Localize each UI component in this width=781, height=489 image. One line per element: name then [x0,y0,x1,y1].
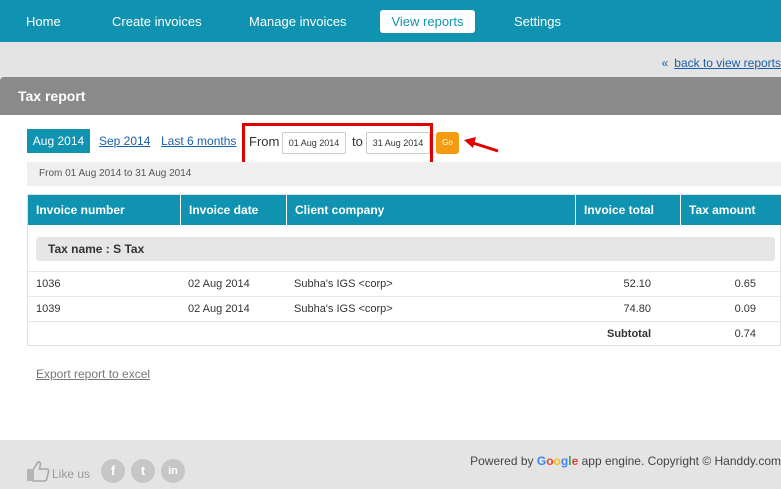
cell-invoice-total: 52.10 [623,278,651,290]
powered-by: Powered by Google app engine. Copyright … [470,454,781,468]
tax-report-table: Invoice number Invoice date Client compa… [27,194,781,346]
nav-create-invoices[interactable]: Create invoices [112,10,202,33]
facebook-icon[interactable]: f [101,459,125,483]
like-us-label: Like us [52,467,91,481]
col-invoice-total: Invoice total [575,195,680,225]
nav-home[interactable]: Home [26,10,61,33]
panel-title: Tax report [0,77,781,115]
subtotal-label: Subtotal [607,328,651,340]
back-to-reports[interactable]: « back to view reports [662,56,781,70]
thumbs-up-icon [27,460,50,482]
period-tab-aug-2014[interactable]: Aug 2014 [27,129,90,153]
subtotal-row: Subtotal 0.74 [28,321,780,346]
cell-invoice-date: 02 Aug 2014 [188,303,250,315]
cell-invoice-date: 02 Aug 2014 [188,278,250,290]
red-arrow-icon [464,137,499,153]
table-header: Invoice number Invoice date Client compa… [28,195,781,225]
cell-invoice-number: 1039 [36,303,61,315]
twitter-icon[interactable]: t [131,459,155,483]
back-link-label[interactable]: back to view reports [674,56,781,70]
cell-client-company: Subha's IGS <corp> [294,303,393,315]
range-summary: From 01 Aug 2014 to 31 Aug 2014 [27,162,781,186]
col-tax-amount: Tax amount [680,195,780,225]
col-invoice-date: Invoice date [180,195,286,225]
table-row: 1039 02 Aug 2014 Subha's IGS <corp> 74.8… [28,296,780,321]
col-client-company: Client company [286,195,575,225]
nav-settings[interactable]: Settings [514,10,561,33]
go-button[interactable]: Go [436,132,459,154]
double-chevron-left-icon: « [661,56,669,70]
period-tab-last-6-months[interactable]: Last 6 months [161,134,236,148]
top-nav: Home Create invoices Manage invoices Vie… [0,0,781,42]
cell-tax-amount: 0.65 [734,278,756,290]
google-logo: Google [536,454,579,468]
powered-prefix: Powered by [470,454,534,468]
tax-name-group: Tax name : S Tax [36,237,775,261]
cell-tax-amount: 0.09 [734,303,756,315]
col-invoice-number: Invoice number [36,203,125,217]
cell-invoice-number: 1036 [36,278,61,290]
cell-client-company: Subha's IGS <corp> [294,278,393,290]
subtotal-value: 0.74 [734,328,756,340]
table-row: 1036 02 Aug 2014 Subha's IGS <corp> 52.1… [28,271,780,296]
export-to-excel-link[interactable]: Export report to excel [36,367,150,381]
cell-invoice-total: 74.80 [623,303,651,315]
linkedin-icon[interactable]: in [161,459,185,483]
powered-suffix: app engine. Copyright © Handdy.com [581,454,781,468]
nav-view-reports[interactable]: View reports [380,10,475,33]
period-tab-sep-2014[interactable]: Sep 2014 [99,134,150,148]
nav-manage-invoices[interactable]: Manage invoices [249,10,347,33]
